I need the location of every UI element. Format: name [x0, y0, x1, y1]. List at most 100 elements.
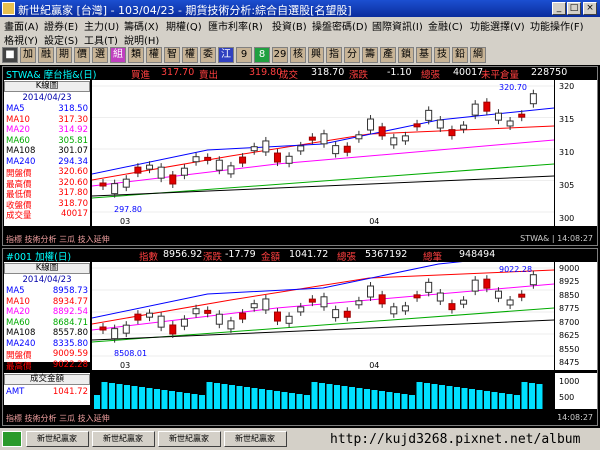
toolbar-btn-7[interactable]: 類	[128, 47, 144, 63]
bottom-candle	[332, 309, 340, 319]
menu-bar: 畫面(A) 證券(E) 主力(U) 籌碼(X) 期權(Q) 匯市利率(R) 投資…	[0, 17, 600, 31]
volume-bar	[229, 385, 235, 409]
bottom-legend-row: MA5 8958.73	[6, 286, 88, 296]
bottom-candle	[413, 294, 421, 299]
top-symbol[interactable]: STWA& 摩台指&(日)	[6, 67, 96, 81]
bottom-legend-value: 8958.73	[52, 286, 88, 296]
bottom-symbol[interactable]: #001 加權(日)	[6, 249, 71, 263]
menu-settings[interactable]: 設定(S)	[44, 32, 78, 45]
top-chart-canvas[interactable]: 320.70 297.80 03 04	[91, 80, 555, 226]
top-candle	[390, 137, 398, 146]
volume-bar	[416, 382, 423, 409]
toolbar-btn-19[interactable]: 分	[344, 47, 360, 63]
bottom-candle	[157, 315, 165, 328]
bottom-candle	[471, 279, 479, 292]
volume-bar	[461, 388, 468, 409]
bottom-candle	[355, 300, 363, 306]
volume-bar	[259, 389, 265, 409]
menu-view[interactable]: 格視(Y)	[4, 32, 38, 45]
toolbar-btn-17[interactable]: 興	[308, 47, 324, 63]
menu-tools[interactable]: 工具(T)	[84, 32, 118, 45]
bottom-legend-label: 最高價	[6, 361, 32, 372]
taskbar-window-3[interactable]: 新世紀贏家	[158, 431, 221, 447]
bottom-legend-value: 8557.80	[52, 328, 88, 338]
volume-bar	[304, 395, 310, 409]
volume-chart-canvas[interactable]	[92, 373, 554, 409]
toolbar-btn-12[interactable]: 江	[218, 47, 234, 63]
toolbar-btn-6[interactable]: 組	[110, 47, 126, 63]
toolbar-btn-18[interactable]: 指	[326, 47, 342, 63]
toolbar-btn-15[interactable]: 29	[272, 47, 288, 63]
bottom-chart-canvas[interactable]: 9022.28 8508.01 03 04	[91, 251, 555, 370]
toolbar-btn-11[interactable]: 委	[200, 47, 216, 63]
menu-intl-info[interactable]: 國際資訊(I)	[372, 18, 423, 31]
toolbar-btn-25[interactable]: 鉛	[452, 47, 468, 63]
volume-bar	[206, 382, 213, 409]
menu-help[interactable]: 說明(H)	[124, 32, 159, 45]
top-candle	[308, 136, 316, 141]
toolbar-btn-22[interactable]: 鎖	[398, 47, 414, 63]
menu-function-select[interactable]: 功能選擇(V)	[470, 18, 525, 31]
bottom-candle	[192, 308, 200, 315]
top-legend-label: MA240	[6, 156, 36, 167]
menu-invest[interactable]: 投資(B)	[272, 18, 307, 31]
toolbar-btn-16[interactable]: 核	[290, 47, 306, 63]
toolbar-btn-14[interactable]: 8	[254, 47, 270, 63]
toolbar-btn-21[interactable]: 產	[380, 47, 396, 63]
top-candle	[425, 109, 433, 121]
toolbar-btn-10[interactable]: 權	[182, 47, 198, 63]
volume-bar	[484, 391, 490, 409]
menu-main-force[interactable]: 主力(U)	[84, 18, 119, 31]
toolbar-btn-24[interactable]: 技	[434, 47, 450, 63]
toolbar-mode-icon[interactable]: ■	[2, 47, 18, 63]
bottom-kline-header: K線圖	[4, 263, 90, 274]
menu-trade-code[interactable]: 操盤密碼(D)	[312, 18, 368, 31]
top-candle	[215, 159, 223, 171]
close-button[interactable]: ×	[583, 2, 597, 15]
menu-screen[interactable]: 畫面(A)	[4, 18, 39, 31]
menu-function-operate[interactable]: 功能操作(F)	[530, 18, 584, 31]
volume-bar	[214, 383, 220, 409]
menu-options[interactable]: 期權(Q)	[166, 18, 202, 31]
taskbar-window-4[interactable]: 新世紀贏家	[224, 431, 287, 447]
start-button[interactable]	[2, 431, 22, 447]
bottom-candle	[250, 303, 258, 309]
toolbar-btn-20[interactable]: 籌	[362, 47, 378, 63]
top-chart-panel: STWA& 摩台指&(日) 買進 317.70 賣出 319.80 成交 318…	[2, 66, 598, 246]
top-candle	[192, 156, 200, 163]
taskbar-window-1[interactable]: 新世紀贏家	[26, 431, 89, 447]
top-candle	[460, 124, 468, 130]
toolbar-btn-26[interactable]: 綱	[470, 47, 486, 63]
bottom-status-strip: 指標 技術分析 三瓜 技入延伸 14:08:27	[3, 413, 597, 423]
bottom-legend-panel: K線圖 2014/04/23 MA5 8958.73 MA10 8934.77 MA20…	[4, 262, 90, 372]
volume-row: AMT 1041.72	[6, 387, 88, 397]
top-candle	[134, 166, 142, 174]
top-vol-value: 40017	[453, 67, 484, 78]
toolbar-btn-23[interactable]: 基	[416, 47, 432, 63]
menu-securities[interactable]: 證券(E)	[44, 18, 78, 31]
toolbar-btn-13[interactable]: 9	[236, 47, 252, 63]
top-y-axis: 320 315 310 305 300	[555, 80, 597, 226]
volume-header: 成交金額	[4, 374, 90, 385]
toolbar-btn-1[interactable]: 加	[20, 47, 36, 63]
toolbar-btn-5[interactable]: 選	[92, 47, 108, 63]
menu-fx-rates[interactable]: 匯市利率(R)	[208, 18, 263, 31]
top-legend-row: MA240 294.34	[6, 157, 88, 167]
bottom-legend-label: MA108	[6, 328, 36, 338]
toolbar-btn-8[interactable]: 權	[146, 47, 162, 63]
toolbar-btn-2[interactable]: 融	[38, 47, 54, 63]
taskbar-window-2[interactable]: 新世紀贏家	[92, 431, 155, 447]
menu-chips[interactable]: 籌碼(X)	[124, 18, 159, 31]
bottom-high-annotation: 9022.28	[499, 265, 532, 274]
menu-finance[interactable]: 金融(C)	[428, 18, 463, 31]
minimize-button[interactable]: _	[552, 2, 566, 15]
toolbar-btn-3[interactable]: 期	[56, 47, 72, 63]
maximize-button[interactable]: □	[567, 2, 581, 15]
top-quote-bar: STWA& 摩台指&(日) 買進 317.70 賣出 319.80 成交 318…	[3, 67, 597, 81]
top-status-right: STWA& | 14:08:27	[520, 234, 593, 243]
taskbar: 新世紀贏家 新世紀贏家 新世紀贏家 新世紀贏家 http://kujd3268.…	[0, 428, 600, 450]
top-status-left: 指標 技術分析 三瓜 技入延伸	[6, 235, 110, 244]
top-legend-row: 最低價 317.80	[6, 188, 88, 200]
toolbar-btn-4[interactable]: 價	[74, 47, 90, 63]
toolbar-btn-9[interactable]: 智	[164, 47, 180, 63]
